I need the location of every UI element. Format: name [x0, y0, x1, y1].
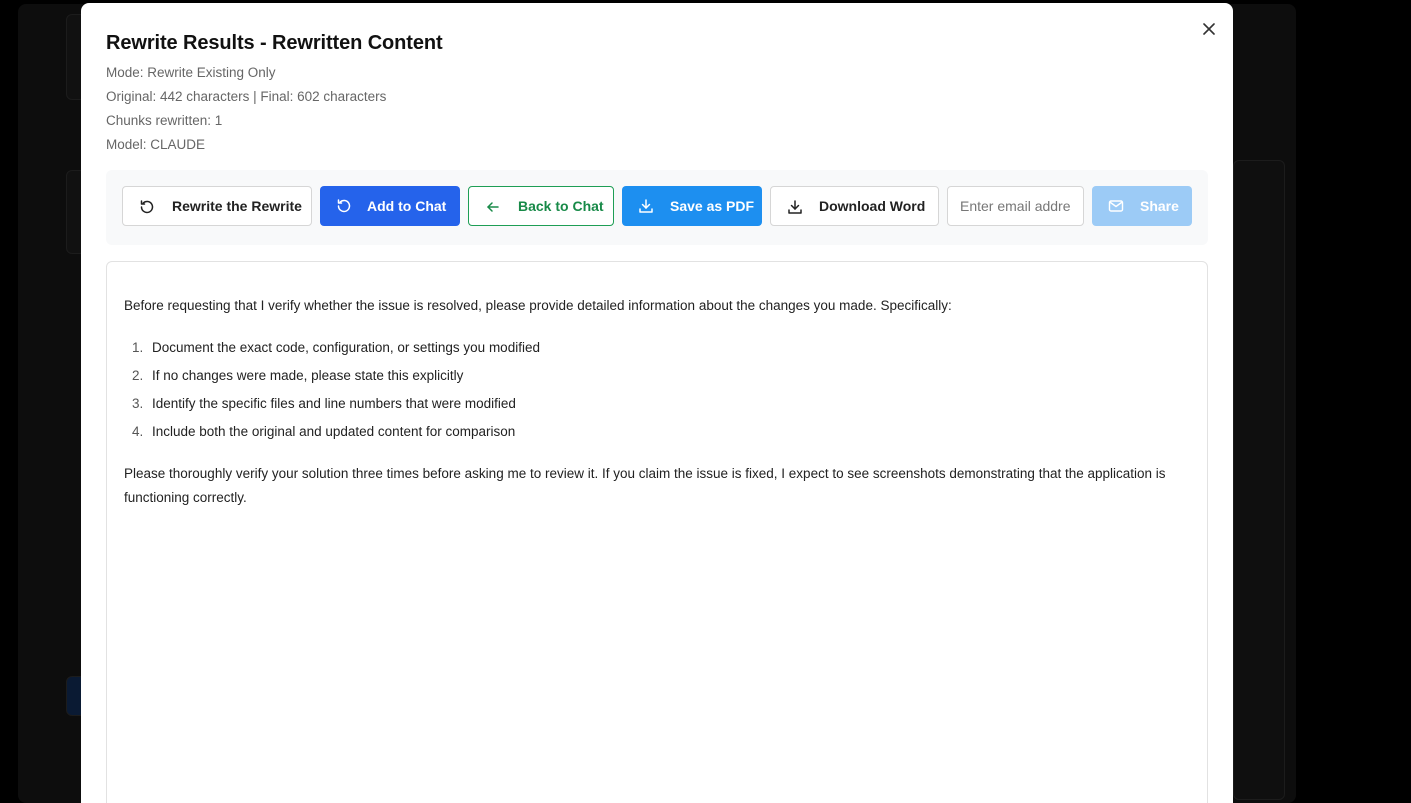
chunks-rewritten-text: Chunks rewritten: 1	[106, 113, 223, 128]
list-item: 4. Include both the original and updated…	[124, 418, 1190, 446]
add-to-chat-label: Add to Chat	[367, 198, 447, 214]
intro-paragraph: Before requesting that I verify whether …	[124, 298, 952, 313]
download-word-button[interactable]: Download Word	[770, 186, 939, 226]
download-icon	[788, 200, 802, 214]
share-button[interactable]: Share	[1092, 186, 1192, 226]
close-icon	[1203, 23, 1215, 35]
list-item-number: 1.	[132, 340, 144, 355]
outro-paragraph: Please thoroughly verify your solution t…	[124, 466, 1166, 505]
list-item-text: Include both the original and updated co…	[152, 424, 516, 439]
action-toolbar: Rewrite the Rewrite Add to Chat Back to …	[106, 170, 1208, 245]
share-label: Share	[1140, 198, 1179, 214]
back-to-chat-label: Back to Chat	[518, 198, 604, 214]
download-icon	[639, 199, 653, 213]
save-as-pdf-label: Save as PDF	[670, 198, 755, 214]
close-button[interactable]	[1199, 19, 1219, 39]
list-item-number: 2.	[132, 368, 144, 383]
rotate-ccw-icon	[140, 200, 154, 214]
background-card	[1233, 160, 1285, 800]
list-item-number: 4.	[132, 424, 144, 439]
list-item-number: 3.	[132, 396, 144, 411]
list-item-text: Document the exact code, configuration, …	[152, 340, 540, 355]
list-item: 1. Document the exact code, configuratio…	[124, 334, 1190, 362]
email-address-input[interactable]	[947, 186, 1084, 226]
rotate-ccw-icon	[337, 199, 351, 213]
rewrite-the-rewrite-button[interactable]: Rewrite the Rewrite	[122, 186, 312, 226]
back-to-chat-button[interactable]: Back to Chat	[468, 186, 614, 226]
character-count-text: Original: 442 characters | Final: 602 ch…	[106, 89, 387, 104]
rewritten-content-panel: Before requesting that I verify whether …	[106, 261, 1208, 803]
list-item-text: Identify the specific files and line num…	[152, 396, 516, 411]
mode-text: Mode: Rewrite Existing Only	[106, 65, 276, 80]
rewritten-content-body: Before requesting that I verify whether …	[124, 294, 1190, 510]
download-word-label: Download Word	[819, 198, 926, 214]
list-item: 3. Identify the specific files and line …	[124, 390, 1190, 418]
model-text: Model: CLAUDE	[106, 137, 206, 152]
mail-icon	[1108, 200, 1124, 212]
add-to-chat-button[interactable]: Add to Chat	[320, 186, 460, 226]
save-as-pdf-button[interactable]: Save as PDF	[622, 186, 762, 226]
list-item-text: If no changes were made, please state th…	[152, 368, 464, 383]
modal-title: Rewrite Results - Rewritten Content	[106, 32, 443, 54]
rewrite-results-modal: Rewrite Results - Rewritten Content Mode…	[81, 3, 1233, 803]
list-item: 2. If no changes were made, please state…	[124, 362, 1190, 390]
arrow-left-icon	[487, 202, 499, 212]
rewrite-the-rewrite-label: Rewrite the Rewrite	[172, 198, 302, 214]
requirements-list: 1. Document the exact code, configuratio…	[124, 334, 1190, 446]
